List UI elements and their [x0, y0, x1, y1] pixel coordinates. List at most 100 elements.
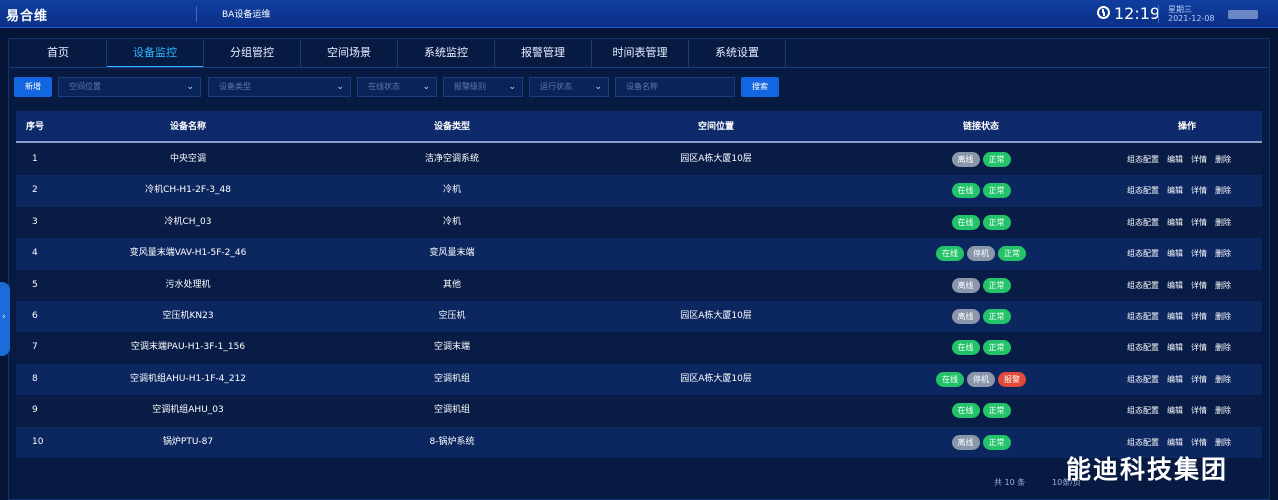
table-header: 序号 设备名称 设备类型 空间位置 链接状态 操作 — [16, 111, 1262, 143]
clock-time: 12:19 — [1114, 4, 1161, 23]
device-name: 污水处理机 — [165, 279, 211, 290]
tab-3[interactable]: 空间场景 — [301, 40, 398, 68]
add-button[interactable]: 新增 — [14, 77, 52, 97]
row-actions: 组态配置 编辑 详情 删除 — [1127, 144, 1231, 175]
location-select[interactable]: 空间位置 ⌄ — [58, 77, 201, 97]
tab-0[interactable]: 首页 — [10, 40, 107, 68]
status-badges: 离线 正常 — [951, 277, 1011, 293]
config-link[interactable]: 组态配置 — [1127, 332, 1159, 363]
status-badges: 离线 正常 — [951, 152, 1011, 167]
device-name-placeholder: 设备名称 — [626, 82, 658, 91]
status-badges: 离线 正常 — [951, 309, 1011, 324]
table-row: 5 污水处理机 其他 离线 正常 组态配置 编辑 详情 删除 — [16, 269, 1262, 301]
tab-5[interactable]: 报警管理 — [495, 40, 592, 68]
status-badge: 在线 — [951, 340, 980, 356]
config-link[interactable]: 组态配置 — [1127, 207, 1159, 238]
sidebar-expand-toggle[interactable]: › — [0, 282, 10, 356]
edit-link[interactable]: 编辑 — [1167, 238, 1183, 269]
device-type: 冷机 — [442, 185, 462, 196]
device-type-placeholder: 设备类型 — [219, 82, 251, 91]
column-header: 空间位置 — [697, 122, 735, 132]
config-link[interactable]: 组态配置 — [1127, 144, 1159, 175]
row-number: 7 — [32, 342, 38, 353]
tab-1[interactable]: 设备监控 — [107, 40, 204, 68]
edit-link[interactable]: 编辑 — [1167, 144, 1183, 175]
user-avatar[interactable] — [1228, 10, 1258, 19]
detail-link[interactable]: 详情 — [1191, 395, 1207, 426]
device-name: 变风量末端VAV-H1-5F-2_46 — [129, 248, 247, 259]
status-badge: 正常 — [982, 340, 1011, 356]
status-badge: 正常 — [982, 183, 1011, 199]
delete-link[interactable]: 删除 — [1215, 175, 1231, 206]
device-type: 洁净空调系统 — [424, 154, 480, 164]
delete-link[interactable]: 删除 — [1215, 144, 1231, 175]
device-type: 空调末端 — [433, 342, 471, 353]
delete-link[interactable]: 删除 — [1215, 207, 1231, 238]
detail-link[interactable]: 详情 — [1191, 175, 1207, 206]
delete-link[interactable]: 删除 — [1215, 332, 1231, 363]
online-status-placeholder: 在线状态 — [368, 82, 400, 91]
detail-link[interactable]: 详情 — [1191, 301, 1207, 332]
row-actions: 组态配置 编辑 详情 删除 — [1127, 364, 1231, 395]
table-row: 4 变风量末端VAV-H1-5F-2_46 变风量末端 在线 停机 正常 组态配置 编辑 详情删… — [16, 238, 1262, 270]
detail-link[interactable]: 详情 — [1191, 144, 1207, 175]
tab-6[interactable]: 时间表管理 — [592, 40, 689, 68]
device-table: 序号 设备名称 设备类型 空间位置 链接状态 操作 1 中央空调 洁净空调系统 园区A… — [16, 111, 1262, 458]
device-type-select[interactable]: 设备类型 ⌄ — [208, 77, 351, 97]
edit-link[interactable]: 编辑 — [1167, 175, 1183, 206]
tab-2[interactable]: 分组管控 — [204, 40, 301, 68]
device-name: 空调机组AHU_03 — [152, 405, 224, 416]
status-badge: 正常 — [982, 152, 1011, 167]
status-badge: 停机 — [967, 371, 995, 387]
device-name: 空压机KN23 — [162, 311, 214, 321]
detail-link[interactable]: 详情 — [1191, 207, 1207, 238]
device-type: 8-锅炉系统 — [429, 436, 475, 447]
edit-link[interactable]: 编辑 — [1167, 207, 1183, 238]
watermark-text: 能迪科技集团 — [1066, 455, 1229, 484]
device-type: 空调机组 — [433, 373, 471, 384]
detail-link[interactable]: 详情 — [1191, 332, 1207, 363]
config-link[interactable]: 组态配置 — [1127, 270, 1159, 301]
alarm-level-select[interactable]: 报警级别 ⌄ — [443, 77, 523, 97]
row-actions: 组态配置 编辑 详情 删除 — [1127, 238, 1231, 269]
row-actions: 组态配置 编辑 详情 删除 — [1127, 301, 1231, 332]
edit-link[interactable]: 编辑 — [1167, 301, 1183, 332]
device-name-input[interactable]: 设备名称 — [615, 77, 735, 97]
table-row: 8 空调机组AHU-H1-1F-4_212 空调机组 园区A栋大厦10层 在线 停机 报警 组… — [16, 363, 1262, 396]
config-link[interactable]: 组态配置 — [1127, 238, 1159, 269]
detail-link[interactable]: 详情 — [1191, 270, 1207, 301]
device-type: 空调机组 — [433, 405, 471, 416]
edit-link[interactable]: 编辑 — [1167, 332, 1183, 363]
status-badge: 在线 — [936, 371, 964, 387]
edit-link[interactable]: 编辑 — [1167, 270, 1183, 301]
search-button[interactable]: 搜索 — [741, 77, 779, 97]
app-title: BA设备运维 — [222, 10, 271, 20]
status-badges: 在线 正常 — [951, 340, 1011, 356]
pager-total: 共 10 条 — [994, 478, 1026, 487]
config-link[interactable]: 组态配置 — [1127, 364, 1159, 395]
row-number: 2 — [32, 185, 38, 196]
delete-link[interactable]: 删除 — [1215, 364, 1231, 395]
detail-link[interactable]: 详情 — [1191, 364, 1207, 395]
device-type: 空压机 — [438, 311, 466, 321]
row-number: 9 — [32, 405, 38, 416]
divider — [1158, 5, 1159, 23]
row-number: 1 — [32, 154, 38, 164]
delete-link[interactable]: 删除 — [1215, 395, 1231, 426]
edit-link[interactable]: 编辑 — [1167, 395, 1183, 426]
config-link[interactable]: 组态配置 — [1127, 175, 1159, 206]
detail-link[interactable]: 详情 — [1191, 238, 1207, 269]
status-badges: 在线 正常 — [951, 183, 1011, 199]
edit-link[interactable]: 编辑 — [1167, 364, 1183, 395]
chevron-right-icon: › — [2, 312, 6, 322]
run-status-select[interactable]: 运行状态 ⌄ — [529, 77, 609, 97]
device-name: 冷机CH-H1-2F-3_48 — [145, 185, 231, 196]
config-link[interactable]: 组态配置 — [1127, 301, 1159, 332]
config-link[interactable]: 组态配置 — [1127, 395, 1159, 426]
tab-4[interactable]: 系统监控 — [398, 40, 495, 68]
delete-link[interactable]: 删除 — [1215, 270, 1231, 301]
delete-link[interactable]: 删除 — [1215, 301, 1231, 332]
online-status-select[interactable]: 在线状态 ⌄ — [357, 77, 437, 97]
tab-7[interactable]: 系统设置 — [689, 40, 786, 68]
delete-link[interactable]: 删除 — [1215, 238, 1231, 269]
